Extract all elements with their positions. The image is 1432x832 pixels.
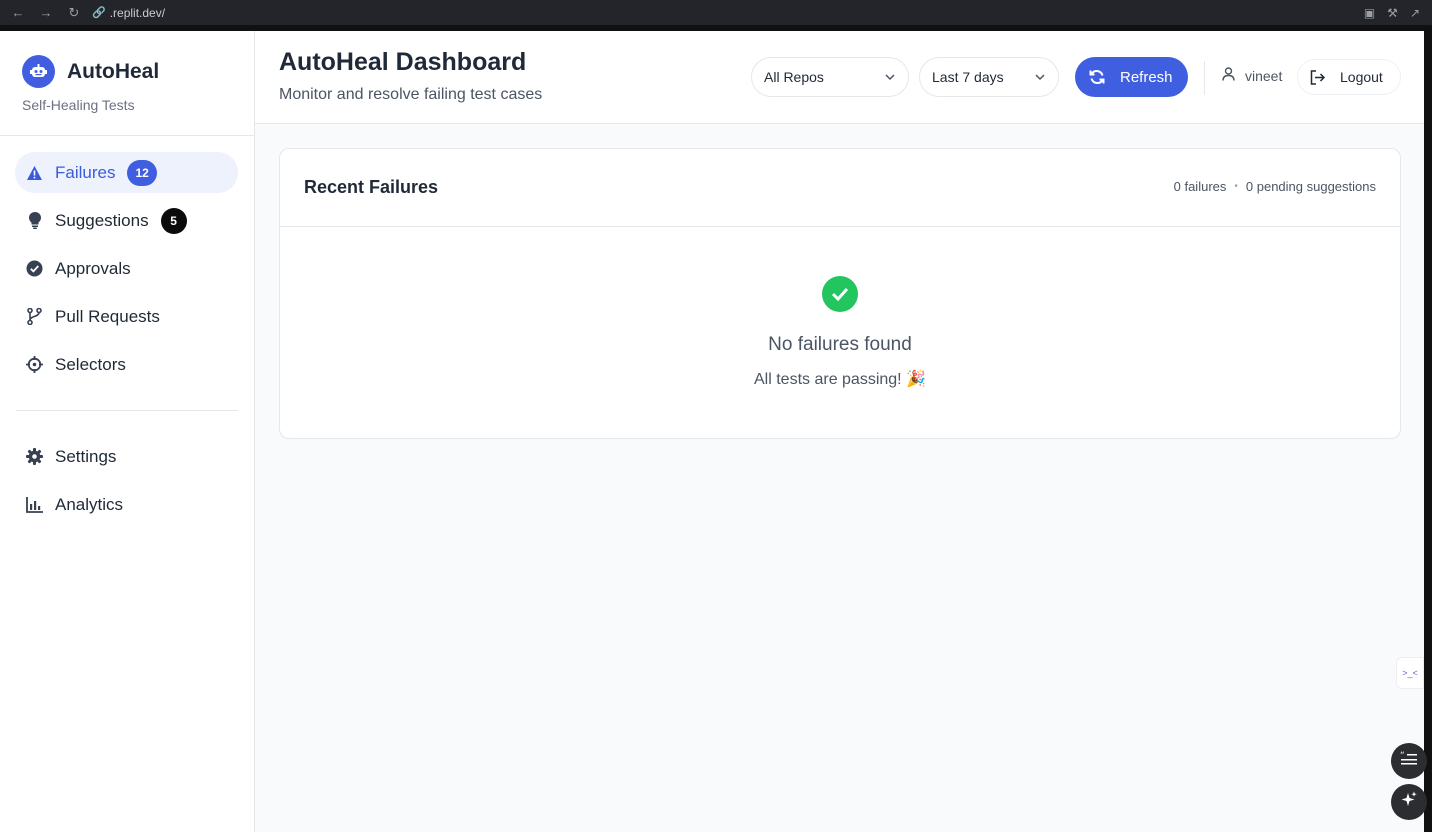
date-range-select[interactable]: Last 7 days [919,57,1059,97]
sidebar-item-label: Analytics [55,494,124,514]
refresh-label: Refresh [1120,68,1173,86]
sidebar-item-suggestions[interactable]: Suggestions 5 [15,200,238,241]
browser-toolbar: ← → ↻ 🔗 .replit.dev/ ▣ ⚒ ↗ [0,0,1432,25]
sidebar-item-pull-requests[interactable]: Pull Requests [15,296,238,337]
sidebar-item-approvals[interactable]: Approvals [15,248,238,289]
ai-assistant-button[interactable] [1391,784,1427,820]
check-circle-icon [26,260,43,277]
sidebar-nav: Failures 12 Suggestions 5 Approvals Pull… [0,136,254,385]
failures-count: 0 failures [1173,179,1227,194]
card-stats: 0 failures • 0 pending suggestions [1174,179,1376,194]
quote-widget-button[interactable]: “ [1391,743,1427,779]
brand-subtitle: Self-Healing Tests [22,97,135,113]
sidebar-item-label: Suggestions [55,210,149,230]
sidebar-item-label: Settings [55,446,117,466]
sidebar-secondary-nav: Settings Analytics [0,436,254,525]
reload-icon[interactable]: ↻ [60,0,88,25]
devices-icon[interactable]: ▣ [1364,6,1375,20]
repo-select[interactable]: All Repos [751,57,909,97]
card-header: Recent Failures 0 failures • 0 pending s… [280,149,1400,227]
sidebar-divider [16,410,238,411]
sidebar-item-failures[interactable]: Failures 12 [15,152,238,193]
back-icon[interactable]: ← [4,0,32,25]
robot-icon [22,55,55,88]
username: vineet [1245,67,1283,84]
code-icon: >_< [1402,668,1418,678]
chevron-down-icon [1034,70,1046,86]
sidebar-item-label: Approvals [55,258,131,278]
devtools-tab[interactable]: >_< [1396,657,1424,689]
logout-icon [1310,69,1325,85]
open-external-icon[interactable]: ↗ [1410,6,1420,20]
page-subtitle: Monitor and resolve failing test cases [279,86,543,103]
separator-dot: • [1234,181,1238,192]
card-title: Recent Failures [304,177,439,197]
date-range-select-value: Last 7 days [932,69,1004,85]
sidebar-item-label: Failures [55,162,116,182]
sidebar-item-settings[interactable]: Settings [15,436,238,477]
user-icon [1222,67,1235,84]
gear-icon [26,448,43,465]
current-user: vineet [1222,67,1282,84]
sidebar: AutoHeal Self-Healing Tests Failures 12 … [0,31,255,832]
sidebar-item-selectors[interactable]: Selectors [15,344,238,385]
sidebar-item-analytics[interactable]: Analytics [15,484,238,525]
repo-select-value: All Repos [764,69,824,85]
url-text: .replit.dev/ [109,5,166,20]
success-check-icon [822,276,858,312]
recent-failures-card: Recent Failures 0 failures • 0 pending s… [279,148,1401,439]
quote-list-icon: “ [1400,751,1418,772]
chevron-down-icon [884,70,896,86]
bar-chart-icon [26,496,43,513]
browser-actions: ▣ ⚒ ↗ [1364,0,1420,25]
warning-icon [26,164,43,181]
link-icon: 🔗 [92,7,106,19]
sidebar-item-label: Pull Requests [55,306,160,326]
wrench-icon[interactable]: ⚒ [1387,6,1398,20]
failures-count-badge: 12 [127,159,157,186]
browser-nav: ← → ↻ [0,0,88,25]
sparkle-icon [1400,791,1418,814]
address-bar[interactable]: 🔗 .replit.dev/ [92,6,165,20]
suggestions-count-badge: 5 [160,207,187,234]
page-header: AutoHeal Dashboard Monitor and resolve f… [255,31,1424,124]
frame-right-border [1424,25,1432,832]
lightbulb-icon [26,212,43,229]
header-divider [1204,61,1205,95]
refresh-icon [1089,69,1105,85]
sidebar-item-label: Selectors [55,354,126,374]
page-title: AutoHeal Dashboard [279,48,527,76]
forward-icon[interactable]: → [32,0,60,25]
brand: AutoHeal Self-Healing Tests [0,31,254,136]
refresh-button[interactable]: Refresh [1075,57,1188,97]
pending-suggestions-count: 0 pending suggestions [1245,179,1376,194]
empty-state-title: No failures found [768,334,912,355]
logout-button[interactable]: Logout [1297,59,1401,95]
empty-state-subtitle: All tests are passing! 🎉 [754,371,926,388]
brand-title: AutoHeal [67,59,160,83]
crosshair-icon [26,356,43,373]
git-branch-icon [26,308,43,325]
logout-label: Logout [1340,69,1383,85]
